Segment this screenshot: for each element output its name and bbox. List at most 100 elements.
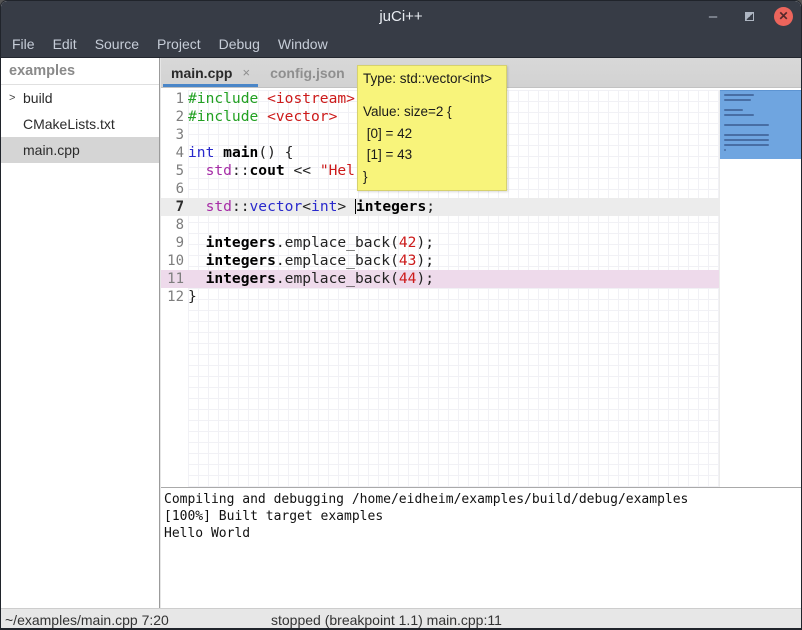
code-token: integers: [206, 234, 276, 251]
status-bar: ~/examples/main.cpp 7:20 stopped (breakp…: [1, 608, 801, 630]
code-token: [188, 270, 206, 287]
status-file-position: ~/examples/main.cpp 7:20: [5, 612, 169, 628]
line-number[interactable]: 6: [161, 180, 188, 198]
minimap-code-line: [724, 139, 769, 141]
tree-item-label: main.cpp: [23, 142, 80, 158]
code-token: [258, 90, 267, 107]
code-token: std: [206, 198, 232, 215]
line-number[interactable]: 4: [161, 144, 188, 162]
file-tree-panel: examples >build CMakeLists.txt main.cpp: [1, 58, 159, 608]
tooltip-value-line: [0] = 42: [363, 123, 501, 145]
output-panel[interactable]: Compiling and debugging /home/eidheim/ex…: [161, 488, 801, 608]
code-line[interactable]: integers.emplace_back(42);: [188, 234, 719, 252]
code-token: <iostream>: [267, 90, 355, 107]
restore-button[interactable]: [738, 5, 760, 27]
code-token: <<: [285, 162, 320, 179]
code-token: [188, 162, 206, 179]
menu-debug[interactable]: Debug: [210, 32, 269, 56]
code-token: );: [416, 270, 434, 287]
titlebar[interactable]: juCi++ – ✕: [1, 1, 801, 31]
tree-item-label: build: [23, 90, 53, 106]
menu-source[interactable]: Source: [86, 32, 148, 56]
line-number[interactable]: 3: [161, 126, 188, 144]
tree-item-label: CMakeLists.txt: [23, 116, 115, 132]
line-number[interactable]: 10: [161, 252, 188, 270]
tab-main-cpp[interactable]: main.cpp×: [161, 58, 260, 87]
status-debug-state: stopped (breakpoint 1.1) main.cpp:11: [271, 612, 502, 628]
output-line: [100%] Built target examples: [164, 508, 801, 525]
line-number[interactable]: 11: [161, 270, 188, 288]
code-token: );: [416, 234, 434, 251]
project-name-header: examples: [1, 58, 159, 85]
code-token: [214, 144, 223, 161]
code-token: }: [188, 288, 197, 305]
minimap-code-line: [724, 114, 754, 116]
code-token: );: [416, 252, 434, 269]
code-token: vector: [250, 198, 303, 215]
tooltip-value-line: }: [363, 166, 501, 188]
code-line[interactable]: }: [188, 288, 719, 306]
line-number[interactable]: 9: [161, 234, 188, 252]
sidebar-item-cmakelists-txt[interactable]: CMakeLists.txt: [1, 111, 159, 137]
minimap-code-line: [724, 99, 751, 101]
line-number[interactable]: 5: [161, 162, 188, 180]
minimap-code-line: [724, 149, 726, 151]
close-icon: ✕: [778, 9, 788, 23]
code-token: .emplace_back(: [276, 252, 399, 269]
minimap-code-line: [724, 144, 769, 146]
line-number[interactable]: 7: [161, 198, 188, 216]
menu-window[interactable]: Window: [269, 32, 337, 56]
code-token: [188, 198, 206, 215]
minimap-code-line: [724, 94, 754, 96]
minimize-button[interactable]: –: [702, 5, 724, 27]
line-number-gutter[interactable]: 123456789101112: [161, 90, 188, 487]
code-token: 44: [399, 270, 417, 287]
code-line[interactable]: integers.emplace_back(43);: [188, 252, 719, 270]
tab-config-json[interactable]: config.json: [260, 58, 355, 87]
window-controls: – ✕: [702, 1, 793, 31]
restore-icon: [745, 12, 754, 21]
line-number[interactable]: 12: [161, 288, 188, 306]
code-token: [188, 234, 206, 251]
close-button[interactable]: ✕: [774, 7, 793, 26]
code-line[interactable]: [188, 216, 719, 234]
output-line: Hello World: [164, 525, 801, 542]
line-number[interactable]: 2: [161, 108, 188, 126]
tooltip-type-line: Type: std::vector<int>: [363, 70, 501, 87]
code-token: 43: [399, 252, 417, 269]
file-tree: >build CMakeLists.txt main.cpp: [1, 85, 159, 163]
code-line[interactable]: integers.emplace_back(44);: [188, 270, 719, 288]
code-token: "Hel: [320, 162, 355, 179]
tooltip-value-line: [1] = 43: [363, 144, 501, 166]
code-token: main: [223, 144, 258, 161]
code-token: [188, 252, 206, 269]
code-token: .emplace_back(: [276, 270, 399, 287]
app-window: juCi++ – ✕ FileEditSourceProjectDebugWin…: [0, 0, 802, 630]
menu-edit[interactable]: Edit: [44, 32, 86, 56]
minimap-viewport[interactable]: [720, 90, 801, 159]
minimize-icon: –: [709, 8, 717, 25]
expander-icon[interactable]: >: [9, 92, 23, 104]
code-token: <vector>: [267, 108, 337, 125]
minimap-code-line: [724, 134, 769, 136]
menu-project[interactable]: Project: [148, 32, 210, 56]
code-token: #include: [188, 90, 258, 107]
sidebar-item-main-cpp[interactable]: main.cpp: [1, 137, 159, 163]
minimap-code-line: [724, 109, 743, 111]
code-token: .emplace_back(: [276, 234, 399, 251]
code-line[interactable]: std::vector<int> integers;: [188, 198, 719, 216]
code-token: ::: [232, 198, 250, 215]
tab-close-icon[interactable]: ×: [242, 66, 250, 79]
code-token: int: [188, 144, 214, 161]
sidebar-item-build[interactable]: >build: [1, 85, 159, 111]
line-number[interactable]: 1: [161, 90, 188, 108]
line-number[interactable]: 8: [161, 216, 188, 234]
code-token: cout: [250, 162, 285, 179]
code-token: [258, 108, 267, 125]
code-token: int: [311, 198, 337, 215]
minimap[interactable]: [719, 90, 801, 487]
tooltip-value-line: Value: size=2 {: [363, 101, 501, 123]
tab-label: config.json: [270, 65, 345, 81]
menubar: FileEditSourceProjectDebugWindow: [1, 31, 801, 58]
menu-file[interactable]: File: [3, 32, 44, 56]
